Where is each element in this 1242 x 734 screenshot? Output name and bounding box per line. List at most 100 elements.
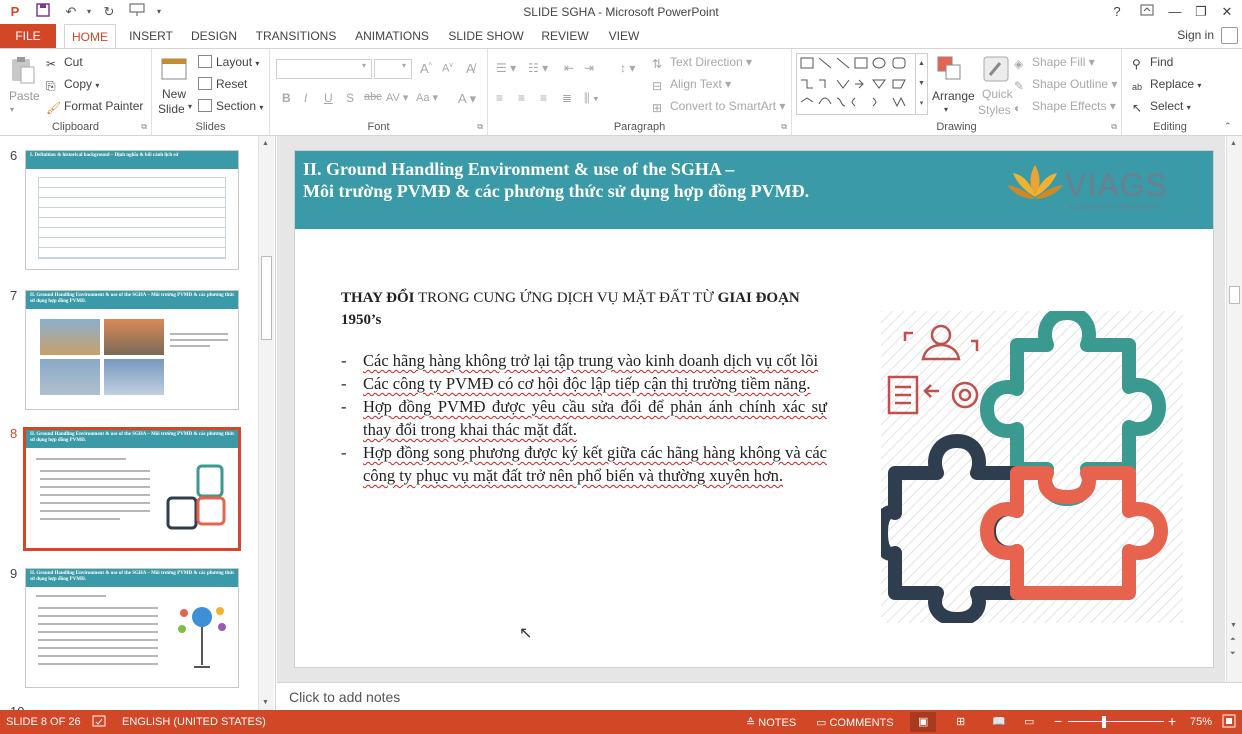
bold-icon[interactable]: B: [282, 91, 291, 105]
convert-smartart-button[interactable]: ⊞ Convert to SmartArt ▾: [652, 99, 785, 115]
slide-heading[interactable]: THAY ĐỔI TRONG CUNG ỨNG DỊCH VỤ MẶT ĐẤT …: [341, 287, 841, 331]
quick-styles-button-line2[interactable]: Styles: [978, 103, 1011, 117]
thumbnail-scrollbar-thumb[interactable]: [261, 256, 272, 340]
language-indicator[interactable]: ENGLISH (UNITED STATES): [122, 716, 266, 728]
thumbnail-scrollbar[interactable]: ▲ ▼: [258, 136, 274, 710]
quick-styles-icon[interactable]: [982, 55, 1010, 85]
close-button[interactable]: ✕: [1216, 2, 1238, 22]
clear-formatting-icon[interactable]: A̸: [466, 61, 475, 76]
replace-button[interactable]: ab Replace ▾: [1132, 77, 1201, 95]
slide-thumbnail-6[interactable]: I. Definition & historical background – …: [25, 150, 239, 270]
layout-button[interactable]: Layout ▾: [198, 55, 259, 69]
font-launcher-icon[interactable]: ⧉: [477, 122, 483, 132]
notes-placeholder[interactable]: Click to add notes: [289, 689, 400, 705]
slide-sorter-icon[interactable]: ⊞: [956, 715, 965, 728]
slide-thumbnail-9[interactable]: II. Ground Handling Environment & use of…: [25, 568, 239, 688]
zoom-level[interactable]: 75%: [1190, 716, 1212, 728]
italic-icon[interactable]: I: [304, 91, 307, 105]
quick-styles-button-line1[interactable]: Quick: [982, 87, 1013, 101]
decrease-indent-icon[interactable]: ⇤: [564, 61, 574, 75]
reading-view-icon[interactable]: 📖: [992, 715, 1006, 728]
align-center-icon[interactable]: ≡: [518, 91, 525, 105]
sign-in-link[interactable]: Sign in: [1177, 28, 1214, 42]
slide-title-line2[interactable]: Môi trường PVMĐ & các phương thức sử dụn…: [303, 181, 809, 202]
cut-button[interactable]: ✂ Cut: [46, 55, 83, 71]
zoom-slider-track[interactable]: [1068, 721, 1164, 722]
tab-insert[interactable]: INSERT: [124, 24, 178, 48]
numbering-icon[interactable]: ☷ ▾: [528, 61, 548, 75]
minimize-button[interactable]: —: [1164, 2, 1186, 22]
zoom-slider-thumb[interactable]: [1102, 716, 1106, 728]
canvas-scrollbar[interactable]: ▲ ▼ ⏶ ⏷: [1226, 136, 1242, 682]
paste-icon[interactable]: [9, 55, 37, 85]
tab-animations[interactable]: ANIMATIONS: [350, 24, 434, 48]
arrange-button[interactable]: Arrange: [932, 89, 975, 103]
scroll-up-icon[interactable]: ▲: [1230, 140, 1237, 147]
shape-fill-button[interactable]: ◈ Shape Fill ▾: [1014, 55, 1095, 71]
font-size-dropdown-icon[interactable]: ▾: [402, 61, 406, 70]
shape-effects-button[interactable]: ◐ Shape Effects ▾: [1014, 99, 1116, 115]
font-color-icon[interactable]: A ▾: [458, 91, 476, 107]
fit-slide-icon[interactable]: [1222, 714, 1236, 731]
zoom-in-button[interactable]: +: [1168, 713, 1176, 729]
bullets-icon[interactable]: ☰ ▾: [496, 61, 516, 75]
new-slide-dropdown-icon[interactable]: ▾: [188, 102, 192, 111]
zoom-out-button[interactable]: −: [1054, 713, 1062, 729]
notes-pane[interactable]: Click to add notes: [277, 682, 1242, 710]
paragraph-launcher-icon[interactable]: ⧉: [781, 122, 787, 132]
spell-check-icon[interactable]: [92, 714, 106, 731]
select-button[interactable]: ↖ Select ▾: [1132, 99, 1191, 115]
align-left-icon[interactable]: ≡: [496, 91, 503, 105]
new-slide-button-line1[interactable]: New: [162, 87, 186, 101]
reset-button[interactable]: Reset: [198, 77, 247, 91]
copy-button[interactable]: ⎘ Copy ▾: [46, 77, 99, 93]
arrange-icon[interactable]: [936, 55, 964, 85]
collapse-ribbon-icon[interactable]: ⌃: [1224, 121, 1232, 132]
grow-font-icon[interactable]: A^: [420, 61, 432, 76]
align-right-icon[interactable]: ≡: [540, 91, 547, 105]
text-shadow-icon[interactable]: S: [346, 91, 354, 105]
bullet-list[interactable]: - Các hãng hàng không trở lại tập trung v…: [341, 349, 827, 487]
increase-indent-icon[interactable]: ⇥: [584, 61, 594, 75]
columns-icon[interactable]: ⫼ ▾: [584, 91, 599, 106]
tab-file[interactable]: FILE: [0, 24, 56, 48]
ribbon-display-button[interactable]: [1136, 2, 1158, 22]
shape-outline-button[interactable]: ✎ Shape Outline ▾: [1014, 77, 1117, 93]
change-case-icon[interactable]: Aa ▾: [416, 91, 438, 104]
shapes-gallery-scroll[interactable]: ▲ ▼ ▾: [915, 54, 927, 114]
scroll-down-icon[interactable]: ▼: [262, 699, 269, 706]
line-spacing-icon[interactable]: ↕ ▾: [620, 61, 635, 75]
strikethrough-icon[interactable]: abc: [364, 91, 382, 103]
tab-slide-show[interactable]: SLIDE SHOW: [446, 24, 526, 48]
section-button[interactable]: Section ▾: [198, 99, 263, 113]
format-painter-button[interactable]: 🖌 Format Painter: [46, 99, 143, 115]
restore-button[interactable]: ❐: [1190, 2, 1212, 22]
tab-transitions[interactable]: TRANSITIONS: [252, 24, 340, 48]
shrink-font-icon[interactable]: Av: [442, 62, 453, 75]
tab-home[interactable]: HOME: [64, 24, 116, 49]
arrange-dropdown-icon[interactable]: ▾: [944, 105, 948, 114]
drawing-launcher-icon[interactable]: ⧉: [1111, 122, 1117, 132]
paste-button[interactable]: Paste: [9, 89, 40, 103]
clipboard-launcher-icon[interactable]: ⧉: [141, 122, 147, 132]
character-spacing-icon[interactable]: AV ▾: [386, 91, 408, 104]
next-slide-icon[interactable]: ⏷: [1230, 650, 1236, 658]
tab-view[interactable]: VIEW: [604, 24, 644, 48]
previous-slide-icon[interactable]: ⏶: [1230, 636, 1236, 644]
font-size-combobox[interactable]: [374, 59, 412, 79]
slideshow-view-icon[interactable]: ▭: [1024, 715, 1034, 728]
scroll-down-icon[interactable]: ▼: [1230, 622, 1237, 629]
current-slide[interactable]: II. Ground Handling Environment & use of…: [294, 150, 1214, 668]
text-direction-button[interactable]: ⇅ Text Direction ▾: [652, 55, 752, 71]
comments-button[interactable]: ▭ COMMENTS: [816, 716, 894, 729]
align-text-button[interactable]: ⊟ Align Text ▾: [652, 77, 731, 93]
font-name-dropdown-icon[interactable]: ▾: [362, 61, 366, 70]
new-slide-icon[interactable]: [160, 55, 188, 85]
puzzle-illustration[interactable]: [881, 311, 1183, 623]
notes-button[interactable]: ≙ NOTES: [746, 716, 796, 729]
slide-thumbnail-7[interactable]: II. Ground Handling Environment & use of…: [25, 290, 239, 410]
account-avatar-icon[interactable]: [1221, 27, 1238, 44]
new-slide-button-line2[interactable]: Slide: [158, 102, 185, 116]
underline-icon[interactable]: U: [324, 91, 333, 105]
find-button[interactable]: ⚲ Find: [1132, 55, 1173, 71]
